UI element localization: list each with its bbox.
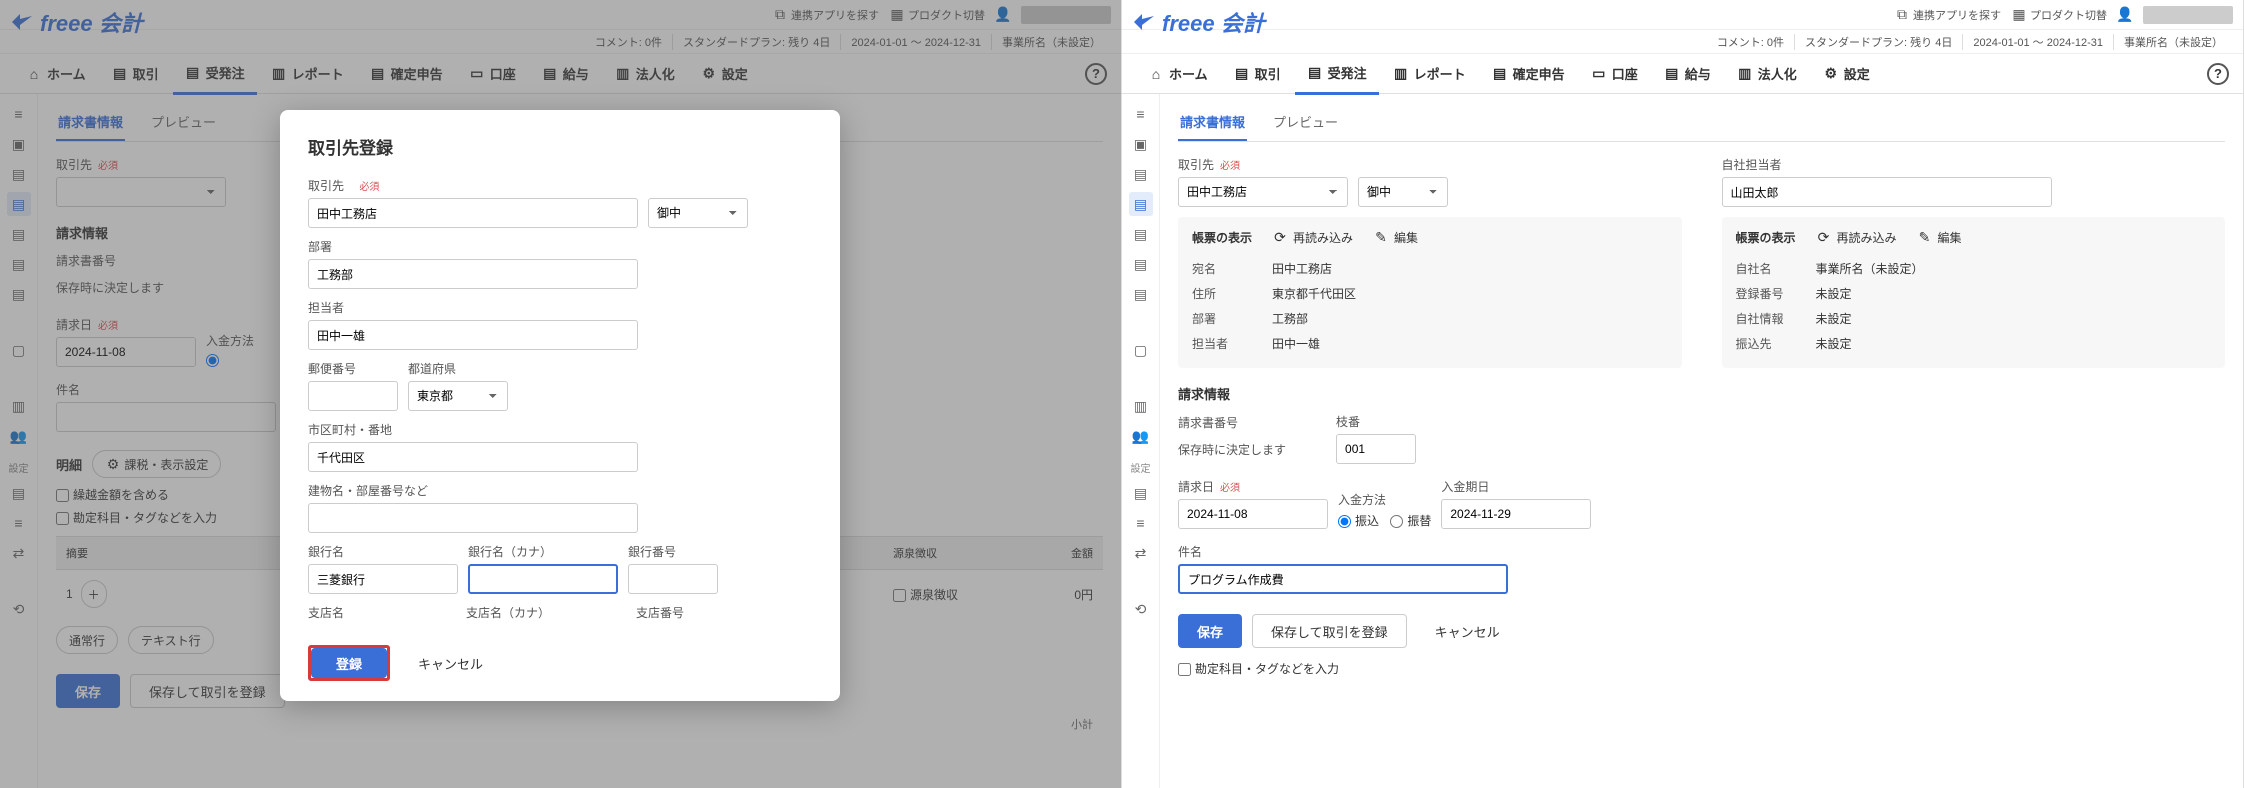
building-icon: ▥ (1737, 66, 1753, 82)
nav-accounts[interactable]: ▭口座 (1579, 54, 1650, 93)
partner-register-modal: 取引先登録 取引先 必須 御中 部署 担当者 郵便番号 都道府県 東京都 市区町… (280, 110, 840, 701)
comments-count[interactable]: コメント: 0件 (1717, 34, 1795, 50)
help-icon[interactable]: ? (2207, 63, 2229, 85)
branch-no-input[interactable] (1336, 434, 1416, 464)
content: 請求書情報 プレビュー 取引先必須 田中工務店 御中 自社担当者 (1160, 94, 2243, 788)
modal-bank-input[interactable] (308, 564, 458, 594)
tax-icon: ▤ (1492, 66, 1508, 82)
reload-button[interactable]: ⟳再読み込み (1816, 229, 1897, 246)
modal-bank-code-input[interactable] (628, 564, 718, 594)
period-info: 2024-01-01 〜 2024-12-31 (1973, 34, 2114, 50)
product-switch-link[interactable]: ▦プロダクト切替 (2011, 7, 2107, 23)
nav-orders[interactable]: ▤受発注 (1295, 53, 1379, 95)
ic-5[interactable]: ▤ (1129, 252, 1153, 276)
register-button[interactable]: 登録 (311, 648, 387, 678)
own-card: 帳票の表示 ⟳再読み込み ✎編集 自社名事業所名（未設定） 登録番号未設定 自社… (1722, 217, 2226, 368)
nav-transactions[interactable]: ▤取引 (1222, 54, 1293, 93)
modal-pref-select[interactable]: 東京都 (408, 381, 508, 411)
modal-cancel-button[interactable]: キャンセル (400, 646, 501, 680)
tab-invoice[interactable]: 請求書情報 (1178, 104, 1247, 141)
ic-11[interactable]: ≡ (1129, 511, 1153, 535)
modal-title: 取引先登録 (308, 134, 812, 159)
suffix-select[interactable]: 御中 (1358, 177, 1448, 207)
nav-corp[interactable]: ▥法人化 (1725, 54, 1809, 93)
nav-settings[interactable]: ⚙設定 (1811, 54, 1882, 93)
ic-6[interactable]: ▤ (1129, 282, 1153, 306)
topbar: ⧉連携アプリを探す ▦プロダクト切替 👤 (1122, 0, 2243, 30)
logo-bird-icon (1132, 10, 1156, 34)
ic-12[interactable]: ⇄ (1129, 541, 1153, 565)
doc-icon: ▤ (1234, 66, 1250, 82)
partner-card: 帳票の表示 ⟳再読み込み ✎編集 宛名田中工務店 住所東京都千代田区 部署工務部… (1178, 217, 1682, 368)
ic-8[interactable]: ▥ (1129, 394, 1153, 418)
ic-3[interactable]: ▤ (1129, 192, 1153, 216)
pay-date-input[interactable] (1441, 499, 1591, 529)
plan-info: スタンダードプラン: 残り 4日 (1805, 34, 1963, 50)
invoice-date-input[interactable] (1178, 499, 1328, 529)
nav-reports[interactable]: ▥レポート (1381, 54, 1478, 93)
radio-swap[interactable]: 振替 (1390, 514, 1431, 528)
modal-bank-kana-input[interactable] (468, 564, 618, 594)
home-icon: ⌂ (1148, 66, 1164, 82)
gear-icon: ⚙ (1823, 66, 1839, 82)
card-icon: ▭ (1591, 66, 1607, 82)
ic-1[interactable]: ▣ (1129, 132, 1153, 156)
sidebar-label: 設定 (1131, 460, 1151, 475)
modal-partner-input[interactable] (308, 198, 638, 228)
tab-preview[interactable]: プレビュー (1271, 104, 1340, 141)
modal-contact-input[interactable] (308, 320, 638, 350)
app-search-link[interactable]: ⧉連携アプリを探す (1894, 7, 2001, 23)
iconbar: ≡ ▣ ▤ ▤ ▤ ▤ ▤ ▢ ▥ 👥 設定 ▤ ≡ ⇄ ⟲ (1122, 94, 1160, 788)
user-avatar[interactable] (2143, 6, 2233, 24)
pencil-icon: ✎ (1373, 230, 1389, 246)
account-tags-checkbox[interactable]: 勘定科目・タグなどを入力 (1178, 662, 1339, 676)
ic-4[interactable]: ▤ (1129, 222, 1153, 246)
reload-icon: ⟳ (1816, 230, 1832, 246)
radio-transfer[interactable]: 振込 (1338, 514, 1379, 528)
external-icon: ⧉ (1894, 7, 1910, 23)
modal-dept-input[interactable] (308, 259, 638, 289)
modal-city-input[interactable] (308, 442, 638, 472)
save-button[interactable]: 保存 (1178, 614, 1242, 648)
salary-icon: ▤ (1664, 66, 1680, 82)
save-create-button[interactable]: 保存して取引を登録 (1252, 614, 1407, 648)
subbar: コメント: 0件 スタンダードプラン: 残り 4日 2024-01-01 〜 2… (1122, 30, 2243, 54)
main-nav: ⌂ホーム ▤取引 ▤受発注 ▥レポート ▤確定申告 ▭口座 ▤給与 ▥法人化 ⚙… (1122, 54, 2243, 94)
nav-home[interactable]: ⌂ホーム (1136, 54, 1220, 93)
invoice-info-header: 請求情報 (1178, 384, 2225, 403)
own-contact-input[interactable] (1722, 177, 2052, 207)
ic-10[interactable]: ▤ (1129, 481, 1153, 505)
logo: freee 会計 (1132, 6, 1265, 38)
modal-building-input[interactable] (308, 503, 638, 533)
ic-2[interactable]: ▤ (1129, 162, 1153, 186)
right-pane: freee 会計 ⧉連携アプリを探す ▦プロダクト切替 👤 コメント: 0件 ス… (1122, 0, 2244, 788)
invoice-auto-note: 保存時に決定します (1178, 435, 1286, 464)
ic-9[interactable]: 👥 (1129, 424, 1153, 448)
cancel-button[interactable]: キャンセル (1417, 614, 1518, 648)
chart-icon: ▥ (1393, 66, 1409, 82)
nav-salary[interactable]: ▤給与 (1652, 54, 1723, 93)
ic-13[interactable]: ⟲ (1129, 597, 1153, 621)
grid-icon: ▦ (2011, 7, 2027, 23)
ic-7[interactable]: ▢ (1129, 338, 1153, 362)
modal-suffix-select[interactable]: 御中 (648, 198, 748, 228)
register-highlight: 登録 (308, 645, 390, 681)
edit-button[interactable]: ✎編集 (1917, 229, 1962, 246)
pencil-icon: ✎ (1917, 230, 1933, 246)
reload-icon: ⟳ (1272, 230, 1288, 246)
list-icon: ▤ (1307, 64, 1323, 80)
reload-button[interactable]: ⟳再読み込み (1272, 229, 1353, 246)
user-icon[interactable]: 👤 (2117, 7, 2133, 23)
subject-input[interactable] (1178, 564, 1508, 594)
left-pane: freee 会計 ⧉連携アプリを探す ▦プロダクト切替 👤 コメント: 0件 ス… (0, 0, 1122, 788)
partner-select[interactable]: 田中工務店 (1178, 177, 1348, 207)
nav-tax[interactable]: ▤確定申告 (1480, 54, 1577, 93)
modal-zip-input[interactable] (308, 381, 398, 411)
edit-button[interactable]: ✎編集 (1373, 229, 1418, 246)
ic-collapse[interactable]: ≡ (1129, 102, 1153, 126)
office-name[interactable]: 事業所名（未設定） (2124, 34, 2233, 50)
